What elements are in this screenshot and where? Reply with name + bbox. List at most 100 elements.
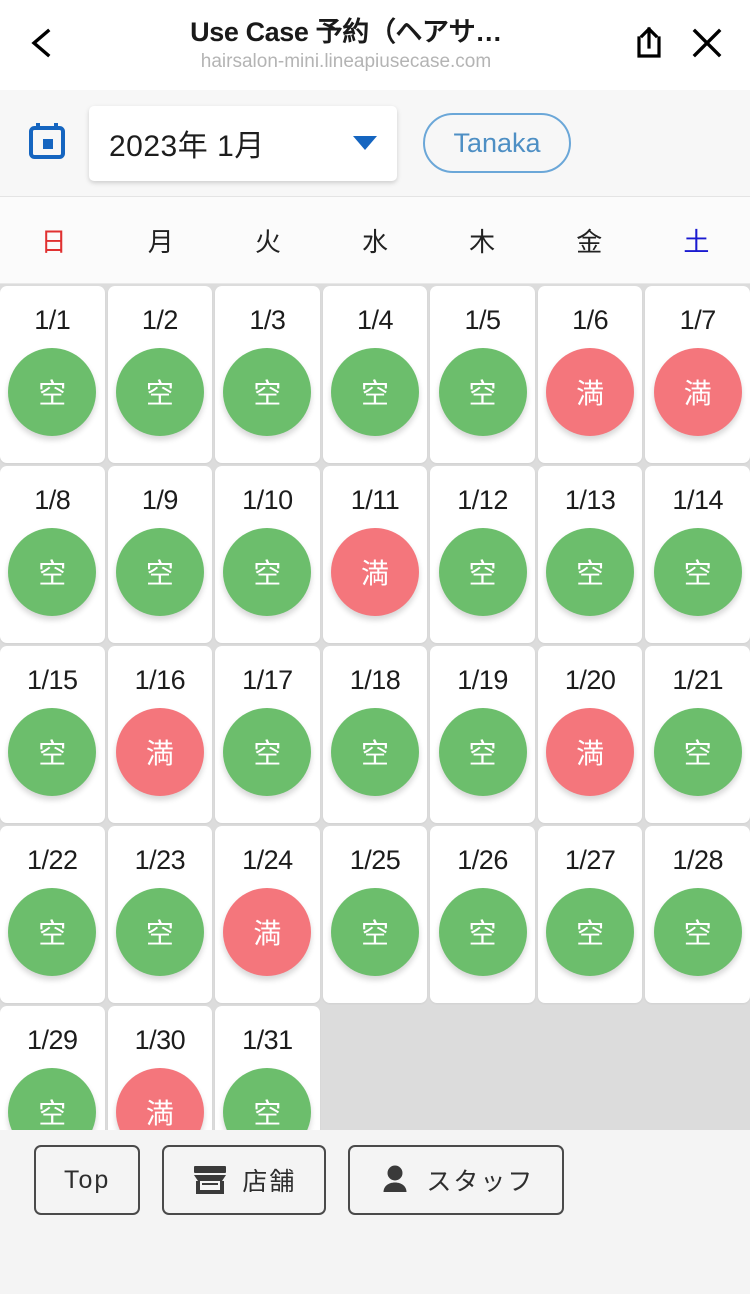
share-icon xyxy=(632,25,666,66)
availability-badge[interactable]: 空 xyxy=(546,888,635,976)
calendar-cell-date: 1/18 xyxy=(349,665,401,695)
availability-badge[interactable]: 満 xyxy=(115,1068,204,1130)
calendar-cell[interactable]: 1/26 空 xyxy=(430,826,535,1003)
calendar-cell-date: 1/20 xyxy=(564,665,616,695)
calendar-cell[interactable]: 1/19 空 xyxy=(430,646,535,823)
calendar-cell[interactable]: 1/21 空 xyxy=(645,646,750,823)
calendar-cell[interactable]: 1/10 空 xyxy=(215,466,320,643)
availability-badge[interactable]: 空 xyxy=(438,528,527,616)
calendar-cell-empty xyxy=(322,1006,428,1130)
availability-badge[interactable]: 空 xyxy=(330,888,419,976)
weekday-3: 水 xyxy=(361,226,388,257)
calendar-cell-date: 1/17 xyxy=(242,665,293,695)
weekday-5: 金 xyxy=(576,226,603,257)
calendar-cell[interactable]: 1/2 空 xyxy=(107,286,213,463)
calendar-cell[interactable]: 1/3 空 xyxy=(215,286,320,463)
availability-badge[interactable]: 空 xyxy=(330,348,419,436)
calendar-cell-date: 1/4 xyxy=(356,305,394,335)
calendar-cell[interactable]: 1/15 空 xyxy=(0,646,105,823)
availability-badge[interactable]: 満 xyxy=(330,528,419,616)
availability-badge[interactable]: 空 xyxy=(223,348,312,436)
nav-button-2[interactable]: 店舗 xyxy=(162,1145,327,1215)
availability-badge[interactable]: 空 xyxy=(8,528,97,616)
calendar-cell[interactable]: 1/13 空 xyxy=(537,466,643,643)
calendar-cell-date: 1/16 xyxy=(134,665,186,695)
availability-badge[interactable]: 空 xyxy=(115,348,204,436)
calendar-cell[interactable]: 1/28 空 xyxy=(645,826,750,1003)
availability-badge[interactable]: 空 xyxy=(8,348,97,436)
staff-filter-label: Tanaka xyxy=(453,127,541,158)
calendar-cell-date: 1/13 xyxy=(564,485,616,515)
availability-badge[interactable]: 空 xyxy=(223,708,312,796)
availability-badge[interactable]: 空 xyxy=(438,348,527,436)
calendar-cell[interactable]: 1/25 空 xyxy=(322,826,428,1003)
calendar-cell[interactable]: 1/29 空 xyxy=(0,1006,105,1130)
calendar-cell[interactable]: 1/31 空 xyxy=(215,1006,320,1130)
person-icon xyxy=(378,1163,412,1197)
calendar-grid: 1/1 空 1/2 空 1/3 空 1/4 空 1/5 空 1/6 満 1/7 満 1/8 空 1/9 空 1/10… xyxy=(0,284,750,1130)
availability-badge[interactable]: 空 xyxy=(115,888,204,976)
month-select-value: 2023年 1月 xyxy=(109,130,265,163)
calendar-cell-empty xyxy=(430,1006,535,1130)
availability-badge[interactable]: 空 xyxy=(223,528,312,616)
calendar-icon xyxy=(27,121,67,166)
calendar-cell-date: 1/15 xyxy=(27,665,78,695)
calendar-cell[interactable]: 1/27 空 xyxy=(537,826,643,1003)
availability-badge[interactable]: 満 xyxy=(115,708,204,796)
calendar-icon-button[interactable] xyxy=(24,120,70,166)
calendar-cell-date: 1/28 xyxy=(672,845,723,875)
calendar-cell-date: 1/23 xyxy=(134,845,186,875)
calendar-cell[interactable]: 1/6 満 xyxy=(537,286,643,463)
calendar-cell-empty xyxy=(537,1006,643,1130)
availability-badge[interactable]: 空 xyxy=(8,1068,97,1130)
availability-badge[interactable]: 満 xyxy=(546,708,635,796)
calendar-cell[interactable]: 1/18 空 xyxy=(322,646,428,823)
availability-badge[interactable]: 空 xyxy=(330,708,419,796)
calendar-cell[interactable]: 1/1 空 xyxy=(0,286,105,463)
availability-badge[interactable]: 空 xyxy=(438,888,527,976)
calendar-cell-date: 1/30 xyxy=(134,1025,186,1055)
calendar-cell[interactable]: 1/16 満 xyxy=(107,646,213,823)
availability-badge[interactable]: 満 xyxy=(546,348,635,436)
calendar-cell[interactable]: 1/30 満 xyxy=(107,1006,213,1130)
availability-badge[interactable]: 満 xyxy=(223,888,312,976)
availability-badge[interactable]: 空 xyxy=(8,888,97,976)
weekday-header: 日月火水木金土 xyxy=(0,197,750,284)
back-button[interactable] xyxy=(14,16,72,74)
availability-badge[interactable]: 空 xyxy=(653,888,742,976)
availability-badge[interactable]: 空 xyxy=(115,528,204,616)
calendar-cell[interactable]: 1/12 空 xyxy=(430,466,535,643)
close-icon xyxy=(689,25,725,66)
weekday-2: 火 xyxy=(254,226,281,257)
close-button[interactable] xyxy=(678,16,736,74)
nav-button-1[interactable]: Top xyxy=(34,1145,141,1215)
share-button[interactable] xyxy=(620,16,678,74)
calendar-scroll-area[interactable]: 1/1 空 1/2 空 1/3 空 1/4 空 1/5 空 1/6 満 1/7 満 1/8 空 1/9 空 1/10… xyxy=(0,284,750,1130)
calendar-cell[interactable]: 1/24 満 xyxy=(215,826,320,1003)
staff-filter-button[interactable]: Tanaka xyxy=(423,113,571,173)
availability-badge[interactable]: 空 xyxy=(653,708,742,796)
calendar-cell[interactable]: 1/20 満 xyxy=(537,646,643,823)
calendar-cell[interactable]: 1/17 空 xyxy=(215,646,320,823)
calendar-cell[interactable]: 1/9 空 xyxy=(107,466,213,643)
calendar-cell[interactable]: 1/5 空 xyxy=(430,286,535,463)
nav-button-label: スタッフ xyxy=(426,1168,535,1196)
calendar-cell[interactable]: 1/11 満 xyxy=(322,466,428,643)
availability-badge[interactable]: 空 xyxy=(546,528,635,616)
calendar-cell-date: 1/11 xyxy=(350,485,400,515)
app-root: Use Case 予約（ヘアサ… hairsalon-mini.lineapiu… xyxy=(0,0,750,1294)
availability-badge[interactable]: 満 xyxy=(653,348,742,436)
month-select[interactable]: 2023年 1月 xyxy=(89,105,397,181)
availability-badge[interactable]: 空 xyxy=(8,708,97,796)
calendar-cell-date: 1/1 xyxy=(34,305,71,335)
calendar-cell[interactable]: 1/8 空 xyxy=(0,466,105,643)
calendar-cell[interactable]: 1/7 満 xyxy=(645,286,750,463)
availability-badge[interactable]: 空 xyxy=(223,1068,312,1130)
calendar-cell[interactable]: 1/23 空 xyxy=(107,826,213,1003)
nav-button-3[interactable]: スタッフ xyxy=(348,1145,565,1215)
calendar-cell[interactable]: 1/4 空 xyxy=(322,286,428,463)
availability-badge[interactable]: 空 xyxy=(653,528,742,616)
availability-badge[interactable]: 空 xyxy=(438,708,527,796)
calendar-cell[interactable]: 1/22 空 xyxy=(0,826,105,1003)
calendar-cell[interactable]: 1/14 空 xyxy=(645,466,750,643)
